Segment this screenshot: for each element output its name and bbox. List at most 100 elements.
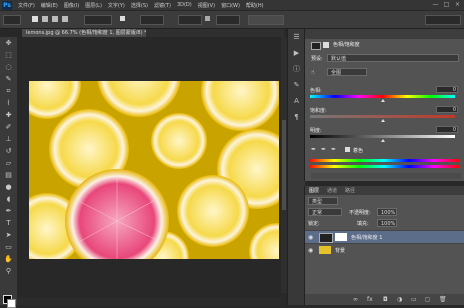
marquee-tool-icon[interactable]: ⬚: [3, 51, 14, 60]
fx-icon[interactable]: fx: [367, 296, 373, 303]
type-tool-icon[interactable]: T: [3, 219, 14, 228]
tool-preset-picker[interactable]: [3, 15, 21, 25]
lightness-thumb[interactable]: [380, 139, 385, 142]
paragraph-icon[interactable]: ¶: [292, 113, 301, 122]
menu-3d[interactable]: 3D(D): [177, 2, 192, 8]
eyedropper-tool-icon[interactable]: ⌇: [3, 99, 14, 108]
history-brush-tool-icon[interactable]: ↺: [3, 147, 14, 156]
layer-name[interactable]: 色相/饱和度 1: [351, 234, 382, 241]
eyedropper-plus-icon[interactable]: ✒: [321, 146, 326, 153]
layers-footer: ∞ fx ◘ ◑ ▭ ◻ 🗑: [305, 294, 464, 305]
menu-file[interactable]: 文件(F): [18, 2, 35, 9]
colorize-checkbox[interactable]: [345, 147, 350, 152]
window-controls: — □ ×: [429, 1, 462, 9]
opacity-input[interactable]: 100%: [377, 208, 397, 216]
actions-icon[interactable]: ▶: [292, 49, 301, 58]
add-selection-icon[interactable]: [42, 16, 48, 22]
subtract-selection-icon[interactable]: [52, 16, 58, 22]
link-icon[interactable]: ∞: [353, 296, 358, 303]
hue-value[interactable]: 0: [436, 86, 458, 93]
hue-thumb[interactable]: [380, 99, 385, 102]
layers-panel: 图层 通道 路径 类型 正常 不透明度: 100% 锁定: 填充: 100% ◉…: [304, 186, 464, 305]
fill-input[interactable]: 100%: [377, 219, 397, 227]
hue-label: 色相:: [310, 88, 322, 94]
visibility-eye-icon[interactable]: ◉: [308, 247, 313, 254]
preset-select[interactable]: 默认值: [327, 54, 459, 62]
character-icon[interactable]: A: [292, 97, 301, 106]
kind-filter-select[interactable]: 类型: [308, 197, 338, 205]
layers-tab-bar: 图层 通道 路径: [305, 186, 464, 195]
menu-filter[interactable]: 滤镜(T): [154, 2, 171, 9]
mask-thumbnail[interactable]: [335, 233, 347, 241]
blur-tool-icon[interactable]: ●: [3, 183, 14, 192]
new-selection-icon[interactable]: [32, 16, 38, 22]
mask-icon[interactable]: ◘: [383, 296, 388, 303]
menu-image[interactable]: 图像(I): [64, 2, 79, 9]
maximize-button[interactable]: □: [442, 1, 451, 9]
menu-view[interactable]: 视图(V): [198, 2, 215, 9]
layer-thumbnail: [319, 246, 331, 254]
scrollbar-thumb[interactable]: [282, 120, 286, 210]
menu-edit[interactable]: 编辑(E): [41, 2, 58, 9]
tab-channels[interactable]: 通道: [327, 187, 337, 194]
menu-layer[interactable]: 图层(L): [85, 2, 102, 9]
properties-footer: [311, 173, 461, 179]
layer-name[interactable]: 背景: [335, 247, 345, 254]
gradient-tool-icon[interactable]: ▤: [3, 171, 14, 180]
swap-icon[interactable]: [205, 16, 210, 21]
menu-select[interactable]: 选择(S): [131, 2, 148, 9]
brush-tool-icon[interactable]: ✐: [3, 123, 14, 132]
saturation-value[interactable]: 0: [436, 106, 458, 113]
blend-mode-select[interactable]: 正常: [308, 208, 342, 216]
info-icon[interactable]: ⓘ: [292, 65, 301, 74]
workspace-select[interactable]: [425, 15, 461, 25]
refine-edge-button[interactable]: [248, 15, 284, 25]
height-input[interactable]: [216, 15, 240, 25]
dodge-tool-icon[interactable]: ◖: [3, 195, 14, 204]
layer-row-adjustment[interactable]: ◉ 色相/饱和度 1: [305, 230, 464, 243]
mask-icon[interactable]: [323, 42, 329, 48]
clone-stamp-tool-icon[interactable]: ⊥: [3, 135, 14, 144]
lightness-value[interactable]: 0: [436, 126, 458, 133]
eyedropper-minus-icon[interactable]: ✒: [331, 146, 336, 153]
shape-tool-icon[interactable]: ▭: [3, 243, 14, 252]
menu-help[interactable]: 帮助(H): [246, 2, 264, 9]
target-adjust-icon[interactable]: ☝: [311, 69, 315, 76]
style-select[interactable]: [140, 15, 164, 25]
eyedropper-icon[interactable]: ✒: [311, 146, 316, 153]
history-icon[interactable]: ☰: [292, 33, 301, 42]
menu-type[interactable]: 文字(Y): [108, 2, 125, 9]
move-tool-icon[interactable]: ✥: [3, 39, 14, 48]
intersect-selection-icon[interactable]: [62, 16, 68, 22]
document-canvas[interactable]: [29, 81, 279, 259]
anti-alias-checkbox[interactable]: [120, 16, 125, 21]
group-icon[interactable]: ▭: [411, 296, 417, 303]
pen-tool-icon[interactable]: ✒: [3, 207, 14, 216]
crop-tool-icon[interactable]: ⌗: [3, 87, 14, 96]
layer-row-background[interactable]: ◉ 背景: [305, 243, 464, 256]
visibility-eye-icon[interactable]: ◉: [308, 234, 313, 241]
hue-spectrum-top: [309, 159, 459, 162]
tab-layers[interactable]: 图层: [309, 187, 319, 194]
width-input[interactable]: [178, 15, 202, 25]
healing-brush-tool-icon[interactable]: ✚: [3, 111, 14, 120]
saturation-thumb[interactable]: [380, 119, 385, 122]
trash-icon[interactable]: 🗑: [439, 296, 447, 303]
feather-input[interactable]: [84, 15, 112, 25]
zoom-tool-icon[interactable]: ⚲: [3, 267, 14, 276]
adjustment-icon[interactable]: ◑: [397, 296, 402, 303]
quick-select-tool-icon[interactable]: ✎: [3, 75, 14, 84]
brush-presets-icon[interactable]: ✎: [292, 81, 301, 90]
menu-window[interactable]: 窗口(W): [221, 2, 240, 9]
lasso-tool-icon[interactable]: ◌: [3, 63, 14, 72]
document-tab[interactable]: lemons.jpg @ 66.7% (色相/饱和度 1, 图层蒙版/8) *: [22, 29, 146, 37]
path-select-tool-icon[interactable]: ➤: [3, 231, 14, 240]
channel-select[interactable]: 全图: [327, 68, 367, 76]
close-button[interactable]: ×: [453, 1, 462, 9]
background-color[interactable]: [7, 299, 16, 308]
tab-paths[interactable]: 路径: [345, 187, 355, 194]
new-layer-icon[interactable]: ◻: [425, 296, 430, 303]
hand-tool-icon[interactable]: ✋: [3, 255, 14, 264]
minimize-button[interactable]: —: [431, 1, 440, 9]
eraser-tool-icon[interactable]: ▱: [3, 159, 14, 168]
